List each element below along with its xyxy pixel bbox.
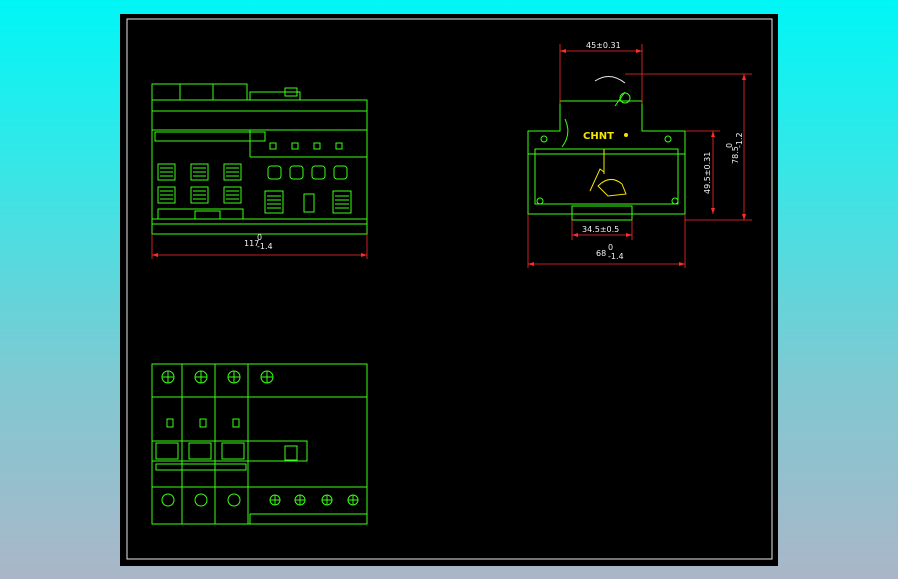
side-body-height-dimension: 49.5±0.31 [685, 130, 720, 214]
front-view [151, 83, 368, 235]
side-depth-upper: 0 [608, 243, 613, 252]
side-rail-width-dimension: 34.5±0.5 [571, 220, 633, 240]
side-depth-lower: -1.4 [608, 252, 624, 261]
side-depth-dimension: 68 0 -1.4 [527, 214, 686, 268]
brand-logo: CHNT [583, 131, 614, 142]
side-depth-nominal: 68 [596, 249, 606, 258]
side-rail-width-label: 34.5±0.5 [582, 225, 619, 234]
cad-drawing: 117 0 -1.4 CHNT 45±0.31 78.5 0 -1.2 49.5… [126, 18, 773, 560]
front-width-dimension: 117 0 -1.4 [151, 233, 368, 259]
front-width-upper: 0 [257, 233, 262, 242]
front-width-lower: -1.4 [257, 242, 273, 251]
side-view: CHNT [527, 76, 686, 221]
drawing-sheet: 117 0 -1.4 CHNT 45±0.31 78.5 0 -1.2 49.5… [120, 14, 778, 566]
side-top-width-dimension: 45±0.31 [559, 41, 643, 104]
side-total-height-upper: 0 [725, 143, 734, 148]
side-total-height-dimension: 78.5 0 -1.2 [625, 73, 752, 221]
side-body-height-label: 49.5±0.31 [703, 152, 712, 194]
top-view [151, 363, 368, 525]
side-top-width-label: 45±0.31 [586, 41, 621, 50]
side-total-height-lower: -1.2 [735, 132, 744, 148]
